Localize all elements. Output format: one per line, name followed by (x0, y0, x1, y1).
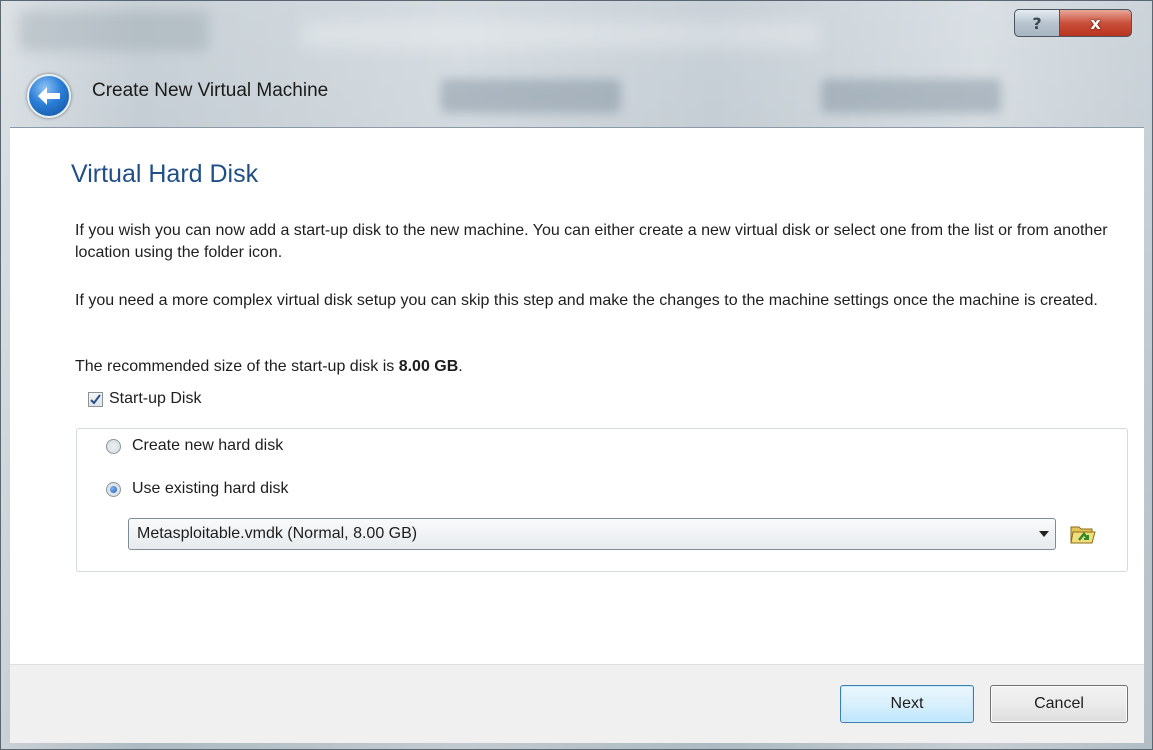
wizard-page: Virtual Hard Disk If you wish you can no… (10, 127, 1144, 665)
startup-disk-checkbox[interactable] (88, 391, 103, 407)
cancel-button[interactable]: Cancel (990, 685, 1128, 723)
info-paragraph: If you need a more complex virtual disk … (75, 292, 1098, 309)
radio-selected-dot (110, 485, 117, 493)
use-existing-disk-label: Use existing hard disk (132, 480, 289, 497)
background-blur (19, 11, 209, 51)
button-bar: Next Cancel (10, 664, 1144, 743)
back-button[interactable] (27, 74, 71, 118)
checkmark-icon (90, 393, 101, 405)
window-frame: ? x Create New Virtual Machine Virtual H… (0, 0, 1153, 750)
back-arrow-icon (38, 87, 60, 105)
recommended-suffix: . (458, 358, 463, 375)
background-blur (301, 21, 821, 49)
recommended-prefix: The recommended size of the start-up dis… (75, 358, 399, 375)
startup-disk-label: Start-up Disk (109, 390, 202, 407)
create-new-disk-label: Create new hard disk (132, 437, 284, 454)
page-title: Virtual Hard Disk (71, 160, 259, 188)
existing-disk-select[interactable]: Metasploitable.vmdk (Normal, 8.00 GB) (128, 518, 1056, 550)
next-button[interactable]: Next (840, 685, 974, 723)
close-button[interactable]: x (1060, 9, 1132, 37)
help-button[interactable]: ? (1014, 9, 1060, 37)
dropdown-arrow-icon[interactable] (1033, 531, 1055, 537)
window-title: Create New Virtual Machine (92, 80, 329, 101)
background-blur (821, 79, 1001, 113)
choose-disk-folder-button[interactable] (1070, 522, 1096, 546)
create-new-disk-option[interactable]: Create new hard disk (106, 437, 283, 455)
intro-paragraph: If you wish you can now add a start-up d… (75, 222, 1108, 261)
startup-disk-toggle[interactable]: Start-up Disk (88, 386, 208, 412)
create-new-disk-radio[interactable] (106, 438, 121, 454)
use-existing-disk-radio[interactable] (106, 481, 121, 497)
recommended-size-value: 8.00 GB (398, 358, 459, 375)
caption-buttons: ? x (1014, 9, 1132, 37)
folder-icon (1070, 526, 1096, 544)
use-existing-disk-option[interactable]: Use existing hard disk (106, 480, 289, 498)
recommended-size-text: The recommended size of the start-up dis… (75, 356, 1125, 378)
selected-disk-value: Metasploitable.vmdk (Normal, 8.00 GB) (137, 525, 418, 542)
background-blur (441, 79, 621, 113)
